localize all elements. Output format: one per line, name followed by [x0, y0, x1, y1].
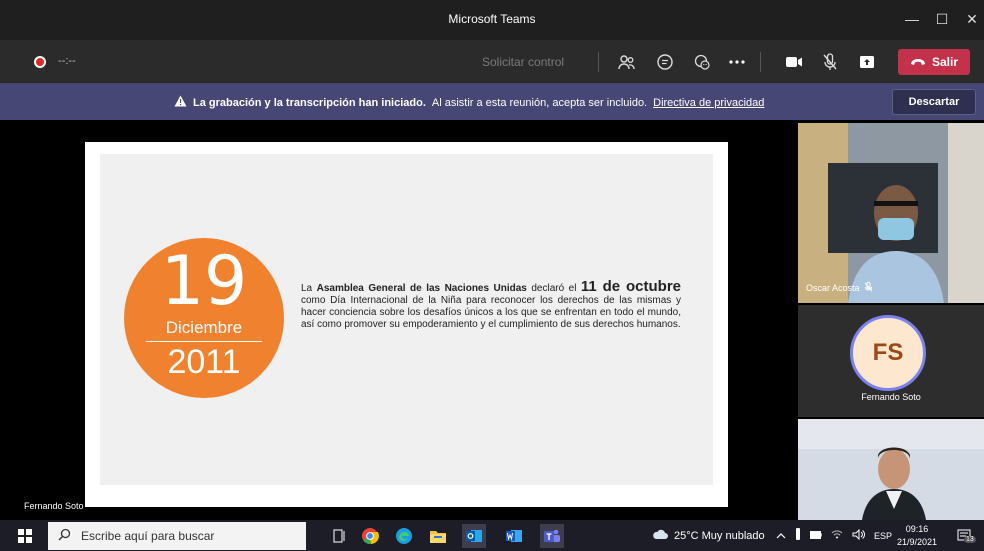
toolbar-divider [760, 52, 761, 72]
title-bar: Microsoft Teams — ☐ ✕ [0, 0, 984, 40]
badge-year: 2011 [167, 343, 241, 381]
usb-icon[interactable] [795, 528, 801, 543]
window-title: Microsoft Teams [448, 12, 536, 26]
participant-name-tag: Oscar Acosta [806, 282, 873, 294]
wifi-icon[interactable] [831, 529, 843, 542]
notification-count: 13 [964, 536, 976, 543]
slide-paragraph: La Asamblea General de las Naciones Unid… [301, 278, 682, 331]
meeting-toolbar: --:-- Solicitar control Salir [0, 40, 984, 83]
maximize-button[interactable]: ☐ [928, 8, 956, 30]
reactions-icon[interactable] [690, 50, 714, 74]
participant-video-frame [798, 123, 984, 303]
more-options-icon[interactable] [725, 50, 749, 74]
minimize-button[interactable]: — [898, 8, 926, 30]
clock-time: 09:16 [905, 524, 929, 534]
banner-text: Al asistir a esta reunión, acepta ser in… [431, 96, 648, 109]
self-video-tile[interactable] [798, 419, 984, 520]
banner-bold-text: La grabación y la transcripción han inic… [193, 96, 426, 109]
close-button[interactable]: ✕ [958, 8, 984, 30]
slide-body: 19 Diciembre 2011 La Asamblea General de… [100, 154, 713, 485]
shared-content-stage: 19 Diciembre 2011 La Asamblea General de… [0, 120, 796, 520]
chevron-up-icon[interactable] [776, 530, 786, 542]
mic-off-icon [864, 282, 873, 294]
privacy-policy-link[interactable]: Directiva de privacidad [653, 97, 764, 109]
task-view-icon[interactable] [328, 524, 352, 548]
recording-indicator-icon [34, 56, 46, 68]
presenter-name: Fernando Soto [24, 501, 84, 511]
windows-start-icon[interactable] [18, 529, 32, 543]
mic-muted-icon[interactable] [818, 50, 842, 74]
badge-month: Diciembre [165, 318, 243, 337]
shared-slide: 19 Diciembre 2011 La Asamblea General de… [85, 142, 728, 507]
volume-icon[interactable] [852, 528, 865, 543]
chrome-icon[interactable] [358, 524, 382, 548]
badge-day: 19 [160, 242, 248, 321]
warning-icon [174, 95, 187, 110]
cloud-icon [652, 529, 668, 543]
camera-icon[interactable] [782, 50, 806, 74]
taskbar-clock[interactable]: 09:16 21/9/2021 [892, 523, 942, 549]
windows-taskbar: Escribe aquí para buscar 25°C Muy nublad… [0, 520, 984, 551]
slide-text-highlight: Asamblea General de las Naciones Unidas [316, 283, 527, 294]
date-badge: 19 Diciembre 2011 [124, 238, 284, 398]
language-indicator[interactable]: ESP [874, 531, 892, 541]
share-screen-icon[interactable] [855, 50, 879, 74]
search-placeholder: Escribe aquí para buscar [81, 529, 215, 543]
taskbar-search-box[interactable]: Escribe aquí para buscar [48, 522, 306, 550]
teams-icon[interactable] [540, 524, 564, 548]
participant-video-tile[interactable]: Oscar Acosta [798, 123, 984, 303]
file-explorer-icon[interactable] [426, 524, 450, 548]
chat-icon[interactable] [653, 50, 677, 74]
weather-text: 25°C Muy nublado [674, 529, 765, 542]
participants-icon[interactable] [615, 50, 639, 74]
self-video-frame [798, 419, 984, 520]
weather-widget[interactable]: 25°C Muy nublado [652, 520, 765, 551]
edge-icon[interactable] [392, 524, 416, 548]
slide-text-pre: La [301, 283, 313, 294]
slide-text-date: 11 de octubre [580, 278, 682, 295]
system-tray-icons: ESP [776, 520, 892, 551]
outlook-icon[interactable] [462, 524, 486, 548]
leave-button[interactable]: Salir [898, 49, 970, 75]
avatar: FS [850, 315, 926, 391]
clock-date: 21/9/2021 [896, 537, 938, 547]
participant-name: Fernando Soto [861, 392, 921, 402]
participant-avatar-tile[interactable]: FS Fernando Soto [798, 305, 984, 417]
battery-icon[interactable] [810, 530, 822, 542]
notifications-icon[interactable]: 13 [954, 520, 976, 551]
slide-text-mid: declaró el [531, 283, 577, 294]
request-control-button[interactable]: Solicitar control [482, 55, 564, 69]
word-icon[interactable] [502, 524, 526, 548]
toolbar-divider [598, 52, 599, 72]
slide-text-rest: como Día Internacional de la Niña para r… [301, 295, 681, 330]
participant-name: Oscar Acosta [806, 283, 860, 293]
banner-message: La grabación y la transcripción han inic… [174, 95, 764, 110]
search-icon [58, 528, 71, 544]
meeting-timer: --:-- [58, 55, 76, 67]
recording-banner: La grabación y la transcripción han inic… [0, 83, 984, 120]
dismiss-button[interactable]: Descartar [892, 89, 976, 115]
leave-label: Salir [931, 55, 958, 69]
phone-hangup-icon [910, 55, 926, 69]
